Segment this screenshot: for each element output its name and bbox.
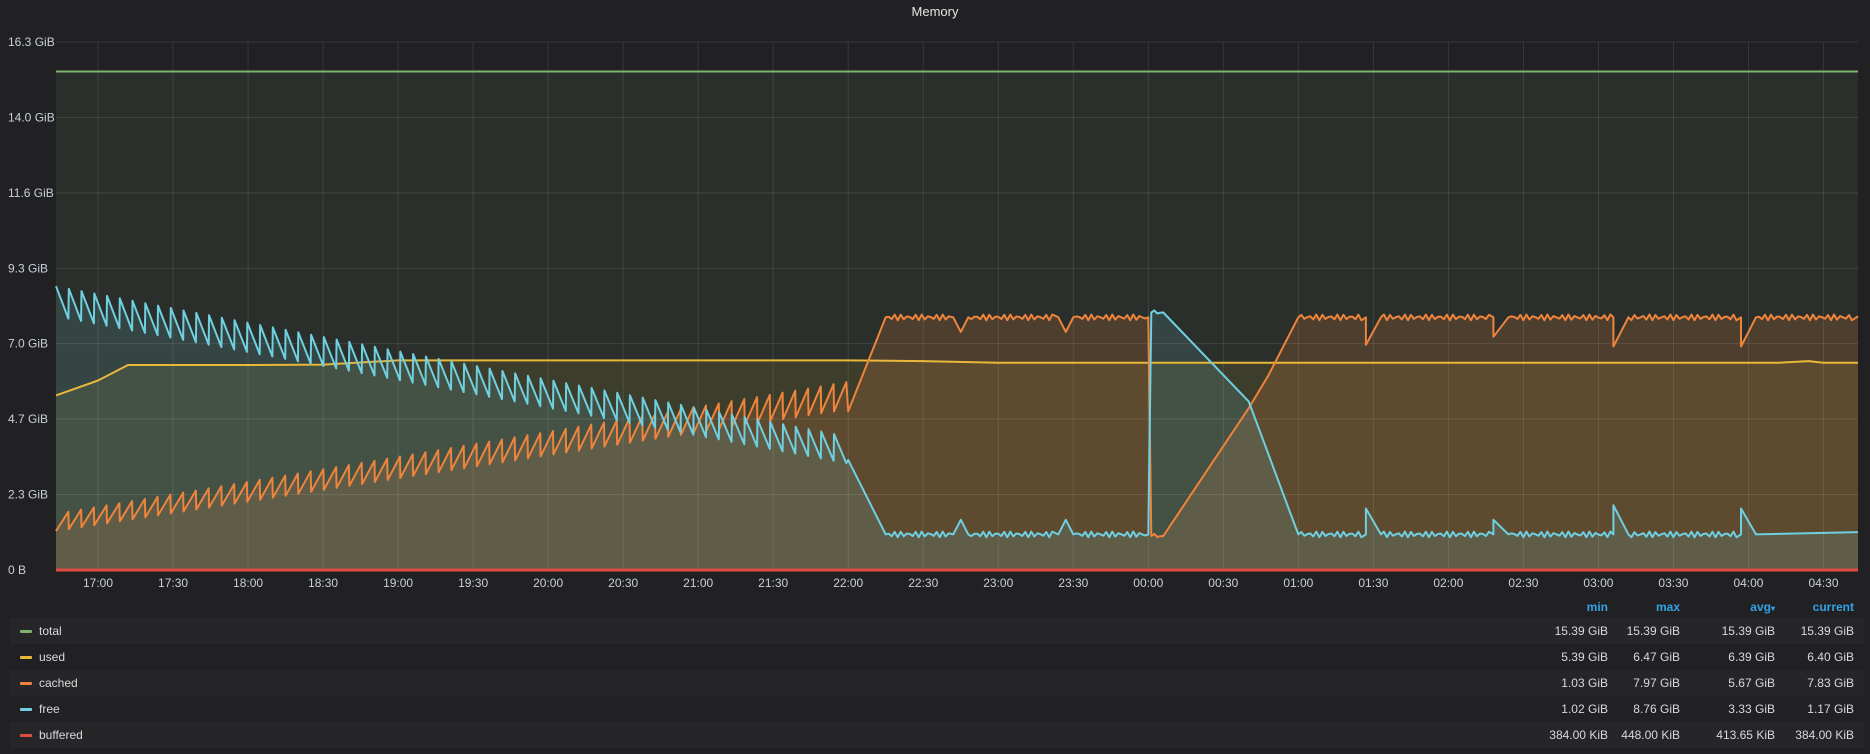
x-tick-label: 23:30	[1058, 576, 1088, 590]
x-tick-label: 20:00	[533, 576, 563, 590]
series-name[interactable]: free	[39, 702, 60, 716]
x-tick-label: 02:30	[1508, 576, 1538, 590]
y-tick-label: 2.3 GiB	[8, 488, 48, 502]
x-tick-label: 04:30	[1808, 576, 1838, 590]
legend-row-used[interactable]: used 5.39 GiB 6.47 GiB 6.39 GiB 6.40 GiB	[10, 644, 1864, 670]
legend-header: min max avg▾ current	[10, 600, 1864, 618]
legend-col-current[interactable]: current	[1813, 600, 1854, 614]
x-tick-label: 04:00	[1733, 576, 1763, 590]
memory-chart: 0 B 2.3 GiB 4.7 GiB 7.0 GiB 9.3 GiB 11.6 GiB 1…	[8, 35, 1859, 590]
legend-row-cached[interactable]: cached 1.03 GiB 7.97 GiB 5.67 GiB 7.83 GiB	[10, 670, 1864, 696]
series-min-value: 5.39 GiB	[1561, 650, 1608, 664]
legend-rows: total 15.39 GiB 15.39 GiB 15.39 GiB 15.39 Gi…	[10, 618, 1864, 748]
x-tick-label: 03:00	[1583, 576, 1613, 590]
series-max-value: 8.76 GiB	[1633, 702, 1680, 716]
x-tick-label: 00:00	[1133, 576, 1163, 590]
y-tick-label: 14.0 GiB	[8, 110, 55, 124]
series-color-swatch[interactable]	[20, 682, 32, 685]
series-min-value: 1.03 GiB	[1561, 676, 1608, 690]
x-tick-label: 22:00	[833, 576, 863, 590]
x-tick-label: 21:30	[758, 576, 788, 590]
legend-row-free[interactable]: free 1.02 GiB 8.76 GiB 3.33 GiB 1.17 GiB	[10, 696, 1864, 722]
x-tick-label: 17:00	[83, 576, 113, 590]
x-tick-label: 17:30	[158, 576, 188, 590]
x-tick-label: 22:30	[908, 576, 938, 590]
series-avg-value: 5.67 GiB	[1728, 676, 1775, 690]
x-tick-label: 01:00	[1283, 576, 1313, 590]
series-min-value: 15.39 GiB	[1554, 624, 1608, 638]
series-color-swatch[interactable]	[20, 734, 32, 737]
series-avg-value: 3.33 GiB	[1728, 702, 1775, 716]
memory-panel: Memory 0 B 2.3 GiB 4.7 GiB 7.0 GiB 9.3 GiB 11…	[0, 0, 1870, 754]
x-tick-label: 18:00	[233, 576, 263, 590]
series-name[interactable]: cached	[39, 676, 78, 690]
x-tick-label: 23:00	[983, 576, 1013, 590]
legend-table: min max avg▾ current total 15.39 GiB 15.39…	[10, 600, 1864, 748]
x-tick-label: 03:30	[1658, 576, 1688, 590]
y-tick-label: 16.3 GiB	[8, 35, 55, 49]
legend-col-min[interactable]: min	[1587, 600, 1608, 614]
series-color-swatch[interactable]	[20, 656, 32, 659]
series-current-value: 6.40 GiB	[1807, 650, 1854, 664]
x-tick-label: 00:30	[1208, 576, 1238, 590]
series-color-swatch[interactable]	[20, 630, 32, 633]
sort-desc-icon: ▾	[1770, 604, 1775, 613]
series-max-value: 6.47 GiB	[1633, 650, 1680, 664]
series-min-value: 384.00 KiB	[1549, 728, 1608, 742]
series-current-value: 15.39 GiB	[1800, 624, 1854, 638]
x-tick-label: 18:30	[308, 576, 338, 590]
series-name[interactable]: buffered	[39, 728, 83, 742]
x-tick-label: 20:30	[608, 576, 638, 590]
y-tick-label: 7.0 GiB	[8, 337, 48, 351]
series-name[interactable]: used	[39, 650, 65, 664]
series-avg-value: 6.39 GiB	[1728, 650, 1775, 664]
series-avg-value: 413.65 KiB	[1716, 728, 1775, 742]
series-max-value: 448.00 KiB	[1621, 728, 1680, 742]
series-color-swatch[interactable]	[20, 708, 32, 711]
x-tick-label: 21:00	[683, 576, 713, 590]
y-tick-label: 9.3 GiB	[8, 261, 48, 275]
legend-row-total[interactable]: total 15.39 GiB 15.39 GiB 15.39 GiB 15.39 Gi…	[10, 618, 1864, 644]
y-tick-label: 0 B	[8, 563, 26, 577]
series-min-value: 1.02 GiB	[1561, 702, 1608, 716]
legend-row-buffered[interactable]: buffered 384.00 KiB 448.00 KiB 413.65 KiB 38…	[10, 722, 1864, 748]
x-tick-label: 19:00	[383, 576, 413, 590]
y-tick-label: 11.6 GiB	[8, 186, 54, 200]
series-name[interactable]: total	[39, 624, 62, 638]
legend-col-avg[interactable]: avg▾	[1750, 600, 1775, 614]
x-tick-label: 02:00	[1433, 576, 1463, 590]
y-tick-label: 4.7 GiB	[8, 412, 48, 426]
x-tick-label: 01:30	[1358, 576, 1388, 590]
series-current-value: 384.00 KiB	[1795, 728, 1854, 742]
series-max-value: 7.97 GiB	[1633, 676, 1680, 690]
series-max-value: 15.39 GiB	[1626, 624, 1680, 638]
x-tick-label: 19:30	[458, 576, 488, 590]
series-current-value: 1.17 GiB	[1807, 702, 1854, 716]
series-current-value: 7.83 GiB	[1807, 676, 1854, 690]
series-avg-value: 15.39 GiB	[1721, 624, 1775, 638]
legend-col-max[interactable]: max	[1656, 600, 1680, 614]
